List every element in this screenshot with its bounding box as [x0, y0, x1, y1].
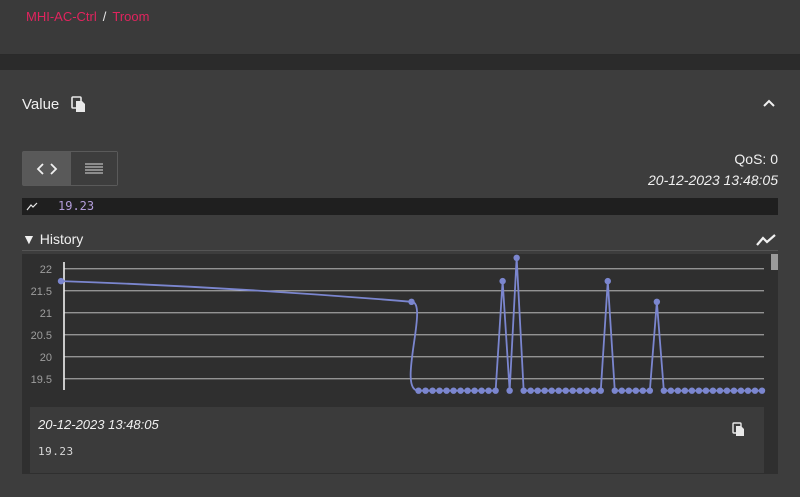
current-value: 19.23: [58, 199, 95, 213]
data-point: [464, 387, 471, 394]
data-point: [639, 387, 647, 394]
data-point: [723, 387, 731, 394]
data-point: [457, 387, 464, 394]
data-point: [429, 387, 436, 394]
data-point: [513, 254, 520, 261]
data-point: [576, 387, 583, 394]
y-tick-label: 22: [40, 264, 52, 276]
y-tick-label: 20.5: [31, 330, 52, 342]
data-point: [499, 277, 506, 285]
data-point: [674, 387, 682, 394]
copy-icon[interactable]: [732, 422, 746, 437]
data-point: [485, 387, 492, 394]
data-point: [667, 387, 675, 394]
history-detail: 20-12-2023 13:48:05 19.23: [30, 407, 764, 473]
data-point: [646, 387, 654, 394]
data-point: [408, 298, 415, 305]
code-view-button[interactable]: [23, 152, 70, 185]
qos-label: QoS: 0: [734, 151, 778, 167]
history-chart: 22 21.5 21 20.5 20 19.5: [31, 254, 766, 394]
data-point: [471, 387, 478, 394]
data-point: [744, 387, 752, 394]
code-icon: [36, 162, 57, 175]
copy-icon[interactable]: [71, 96, 87, 113]
history-header: ▼ History: [22, 231, 778, 251]
breadcrumb: MHI-AC-Ctrl / Troom: [26, 9, 149, 24]
data-point: [625, 387, 633, 394]
data-point: [422, 387, 429, 394]
trend-icon: [26, 202, 38, 211]
data-point: [436, 387, 443, 394]
data-point: [604, 277, 611, 285]
data-point: [541, 387, 548, 394]
data-point: [555, 387, 562, 394]
data-point: [597, 387, 604, 394]
data-point: [702, 387, 710, 394]
data-point: [583, 387, 590, 394]
series-line: [60, 257, 762, 392]
chevron-up-icon[interactable]: [762, 98, 776, 108]
data-point: [520, 387, 527, 394]
y-tick-label: 21: [40, 308, 52, 320]
data-point: [450, 387, 457, 394]
data-point: [632, 387, 640, 394]
data-point: [681, 387, 689, 394]
breadcrumb-item-mhi-ac-ctrl[interactable]: MHI-AC-Ctrl: [26, 9, 97, 24]
value-display: 19.23: [22, 198, 778, 215]
data-point: [716, 387, 724, 394]
data-point: [569, 387, 576, 394]
breadcrumb-separator: /: [102, 9, 107, 24]
data-point: [534, 387, 541, 394]
breadcrumb-item-troom[interactable]: Troom: [112, 9, 149, 24]
data-point: [618, 387, 625, 394]
data-point: [730, 387, 738, 394]
data-point: [688, 387, 696, 394]
value-title: Value: [22, 96, 60, 113]
data-point: [653, 298, 661, 305]
raw-view-button[interactable]: [70, 152, 117, 185]
history-scrollbar[interactable]: [771, 254, 778, 474]
data-point: [548, 387, 555, 394]
data-point: [751, 387, 759, 394]
data-point: [57, 277, 65, 285]
data-point: [415, 387, 422, 394]
lines-icon: [85, 162, 103, 174]
data-point: [590, 387, 597, 394]
value-header: Value: [22, 96, 87, 113]
data-point: [660, 387, 668, 394]
scroll-thumb[interactable]: [771, 254, 778, 270]
y-tick-label: 19.5: [31, 374, 52, 386]
data-point: [492, 387, 499, 394]
data-point: [443, 387, 450, 394]
data-point: [611, 387, 618, 394]
view-mode-toggle: [22, 151, 118, 186]
line-chart-icon[interactable]: [756, 233, 776, 247]
data-point: [737, 387, 745, 394]
history-body: 22 21.5 21 20.5 20 19.5 20-12-2023 13:48:05 1…: [22, 254, 778, 474]
data-point: [506, 387, 513, 394]
data-point: [562, 387, 569, 394]
header-divider: [0, 55, 800, 70]
y-tick-label: 20: [40, 352, 52, 364]
data-point: [695, 387, 703, 394]
detail-value: 19.23: [38, 445, 74, 458]
data-point: [527, 387, 534, 394]
data-point: [478, 387, 485, 394]
data-point: [709, 387, 717, 394]
y-tick-label: 21.5: [31, 286, 52, 298]
value-timestamp: 20-12-2023 13:48:05: [648, 172, 778, 188]
top-bar: MHI-AC-Ctrl / Troom: [0, 0, 800, 55]
history-toggle[interactable]: ▼ History: [22, 231, 83, 247]
value-panel: Value QoS: 0 20-12-2023 13:48:05 19.23 ▼…: [0, 70, 800, 497]
detail-timestamp: 20-12-2023 13:48:05: [38, 417, 159, 432]
data-point: [758, 387, 766, 394]
